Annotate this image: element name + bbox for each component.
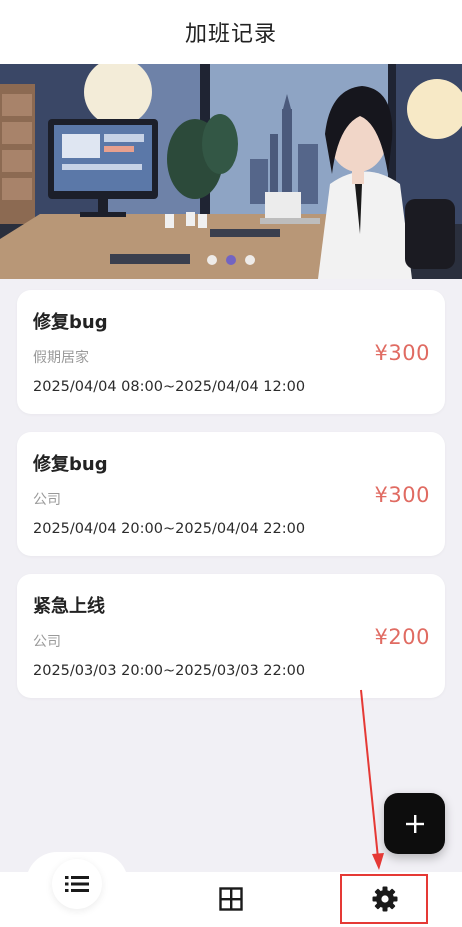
tab-list[interactable] (52, 859, 102, 909)
record-card[interactable]: 修复bug 假期居家 2025/04/04 08:00~2025/04/04 1… (17, 290, 445, 414)
tab-settings[interactable] (368, 884, 402, 914)
record-amount: ¥300 (374, 483, 430, 507)
banner-illustration (0, 64, 462, 279)
record-place: 假期居家 (33, 350, 89, 366)
record-place: 公司 (33, 492, 61, 508)
record-time: 2025/04/04 08:00~2025/04/04 12:00 (33, 379, 306, 395)
record-amount: ¥200 (374, 625, 430, 649)
record-time: 2025/03/03 20:00~2025/03/03 22:00 (33, 663, 306, 679)
app-header: 加班记录 (0, 0, 462, 64)
page-title: 加班记录 (184, 22, 277, 47)
carousel-dot[interactable] (245, 255, 255, 265)
plus-icon (405, 814, 424, 833)
record-card[interactable]: 紧急上线 公司 2025/03/03 20:00~2025/03/03 22:0… (17, 574, 445, 698)
record-place: 公司 (33, 634, 61, 650)
list-icon (65, 876, 89, 892)
grid-icon (219, 887, 243, 911)
record-card[interactable]: 修复bug 公司 2025/04/04 20:00~2025/04/04 22:… (17, 432, 445, 556)
record-amount: ¥300 (374, 341, 430, 365)
tab-grid[interactable] (214, 884, 248, 914)
carousel-dots (0, 255, 462, 265)
banner-carousel[interactable] (0, 64, 462, 279)
gear-icon (372, 886, 398, 912)
record-time: 2025/04/04 20:00~2025/04/04 22:00 (33, 521, 306, 537)
carousel-dot-active[interactable] (226, 255, 236, 265)
record-title: 紧急上线 (33, 596, 105, 617)
record-title: 修复bug (33, 454, 108, 475)
record-title: 修复bug (33, 312, 108, 333)
add-record-button[interactable] (384, 793, 445, 854)
carousel-dot[interactable] (207, 255, 217, 265)
